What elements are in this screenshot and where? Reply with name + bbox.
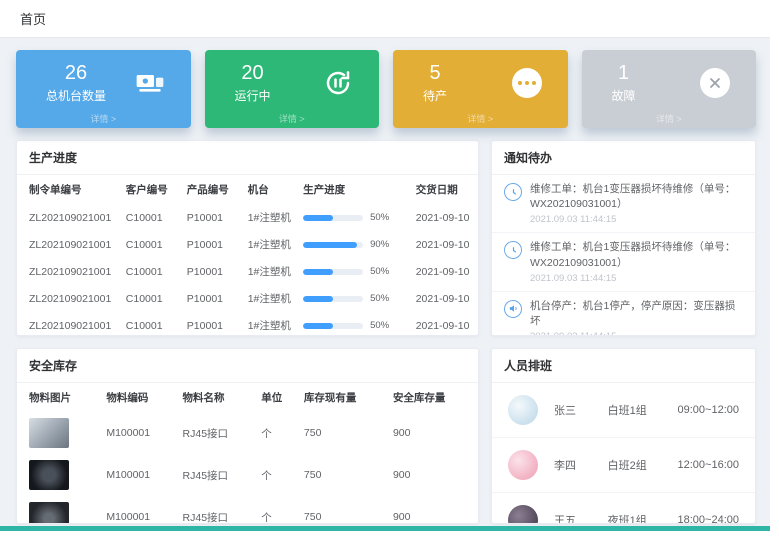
tab-home[interactable]: 首页 — [20, 9, 46, 28]
notice-timestamp: 2021.09.03 11:44:15 — [530, 331, 743, 336]
running-label: 运行中 — [235, 87, 271, 104]
staff-time: 18:00~24:00 — [678, 514, 739, 524]
progress-bar — [303, 215, 363, 221]
progress-bar — [303, 242, 363, 248]
notice-item[interactable]: 维修工单：机台1变压器损坏待维修（单号：WX202109031001） 2021… — [492, 233, 755, 291]
table-row: M100001 RJ45接口 个 750 900 — [17, 412, 478, 454]
tools-icon — [698, 66, 732, 100]
clock-icon — [504, 183, 522, 201]
stat-cards-row: 26 总机台数量 详情 > — [16, 50, 756, 128]
table-row: M100001 RJ45接口 个 750 900 — [17, 454, 478, 496]
table-row: ZL202109021001 C10001 P10001 1#注塑机 50% 2… — [17, 204, 478, 231]
list-item: 张三 白班1组 09:00~12:00 — [492, 383, 755, 438]
table-row: ZL202109021001 C10001 P10001 1#注塑机 50% 2… — [17, 258, 478, 285]
staff-shift: 夜班1组 — [608, 512, 678, 524]
fault-detail-link[interactable]: 详情 > — [582, 112, 757, 125]
running-value: 20 — [235, 62, 271, 84]
progress-bar — [303, 323, 363, 329]
total-machines-value: 26 — [46, 62, 106, 84]
ellipsis-icon — [510, 66, 544, 100]
material-image — [29, 502, 69, 524]
waiting-detail-link[interactable]: 详情 > — [393, 112, 568, 125]
stat-card-waiting[interactable]: 5 待产 详情 > — [393, 50, 568, 128]
dashboard-page: 首页 26 总机台数量 — [0, 0, 770, 531]
production-panel-title: 生产进度 — [17, 141, 478, 175]
avatar — [508, 395, 538, 425]
list-item: 王五 夜班1组 18:00~24:00 — [492, 493, 755, 524]
col-date: 交货日期 — [412, 175, 478, 204]
progress-bar — [303, 269, 363, 275]
col-order-no: 制令单编号 — [17, 175, 122, 204]
table-row: ZL202109021001 C10001 P10001 1#注塑机 50% 2… — [17, 312, 478, 336]
material-image — [29, 460, 69, 490]
avatar — [508, 505, 538, 524]
table-row: ZL202109021001 C10001 P10001 1#注塑机 90% 2… — [17, 231, 478, 258]
staff-shift: 白班1组 — [608, 402, 678, 418]
notice-timestamp: 2021.09.03 11:44:15 — [530, 273, 743, 284]
fault-value: 1 — [612, 62, 636, 84]
staff-name: 王五 — [554, 512, 608, 524]
production-table: 制令单编号 客户编号 产品编号 机台 生产进度 交货日期 ZL202109021… — [17, 175, 478, 336]
production-header-row: 制令单编号 客户编号 产品编号 机台 生产进度 交货日期 — [17, 175, 478, 204]
notice-item[interactable]: 维修工单：机台1变压器损坏待维修（单号：WX202109031001） 2021… — [492, 175, 755, 233]
col-material-name: 物料名称 — [179, 383, 258, 412]
inventory-table: 物料图片 物料编码 物料名称 单位 库存现有量 安全库存量 M100001 R — [17, 383, 478, 524]
staff-time: 09:00~12:00 — [678, 404, 739, 416]
col-stock-qty: 库存现有量 — [300, 383, 389, 412]
total-machines-detail-link[interactable]: 详情 > — [16, 112, 191, 125]
col-material-image: 物料图片 — [17, 383, 102, 412]
staff-name: 张三 — [554, 402, 608, 418]
panels-grid: 生产进度 制令单编号 客户编号 产品编号 机台 生产进度 交货日期 — [16, 140, 756, 524]
list-item: 李四 白班2组 12:00~16:00 — [492, 438, 755, 493]
stat-card-fault[interactable]: 1 故障 详情 > — [582, 50, 757, 128]
stat-card-running[interactable]: 20 运行中 详情 > — [205, 50, 380, 128]
col-progress: 生产进度 — [299, 175, 412, 204]
staff-name: 李四 — [554, 457, 608, 473]
notices-panel-title: 通知待办 — [492, 141, 755, 175]
material-image — [29, 418, 69, 448]
clock-icon — [504, 241, 522, 259]
running-detail-link[interactable]: 详情 > — [205, 112, 380, 125]
avatar — [508, 450, 538, 480]
top-tab-bar: 首页 — [0, 0, 770, 38]
waiting-label: 待产 — [423, 87, 447, 104]
notice-timestamp: 2021.09.03 11:44:15 — [530, 214, 743, 225]
table-row: ZL202109021001 C10001 P10001 1#注塑机 50% 2… — [17, 285, 478, 312]
fault-label: 故障 — [612, 87, 636, 104]
col-customer: 客户编号 — [122, 175, 183, 204]
inventory-panel-title: 安全库存 — [17, 349, 478, 383]
speaker-icon — [504, 300, 522, 318]
safety-inventory-panel: 安全库存 物料图片 物料编码 物料名称 单位 库存现有量 安全库存量 — [16, 348, 479, 524]
progress-bar — [303, 296, 363, 302]
stat-card-total-machines[interactable]: 26 总机台数量 详情 > — [16, 50, 191, 128]
notice-item[interactable]: 机台停产：机台1停产，停产原因：变压器损坏 2021.09.03 11:44:1… — [492, 292, 755, 336]
table-row: M100001 RJ45接口 个 750 900 — [17, 496, 478, 524]
col-machine: 机台 — [244, 175, 299, 204]
notices-panel: 通知待办 维修工单：机台1变压器损坏待维修（单号：WX202109031001）… — [491, 140, 756, 336]
waiting-value: 5 — [423, 62, 447, 84]
staff-shift: 白班2组 — [608, 457, 678, 473]
machine-icon — [133, 66, 167, 100]
production-progress-panel: 生产进度 制令单编号 客户编号 产品编号 机台 生产进度 交货日期 — [16, 140, 479, 336]
staff-panel-title: 人员排班 — [492, 349, 755, 383]
running-cycle-icon — [321, 66, 355, 100]
inventory-header-row: 物料图片 物料编码 物料名称 单位 库存现有量 安全库存量 — [17, 383, 478, 412]
col-safety-qty: 安全库存量 — [389, 383, 478, 412]
footer-strip — [0, 526, 770, 531]
total-machines-label: 总机台数量 — [46, 87, 106, 104]
main-content: 26 总机台数量 详情 > — [0, 38, 770, 524]
col-material-code: 物料编码 — [102, 383, 178, 412]
col-unit: 单位 — [257, 383, 300, 412]
staff-time: 12:00~16:00 — [678, 459, 739, 471]
staff-schedule-panel: 人员排班 张三 白班1组 09:00~12:00 李四 白班2组 12:00~1… — [491, 348, 756, 524]
col-product: 产品编号 — [183, 175, 244, 204]
